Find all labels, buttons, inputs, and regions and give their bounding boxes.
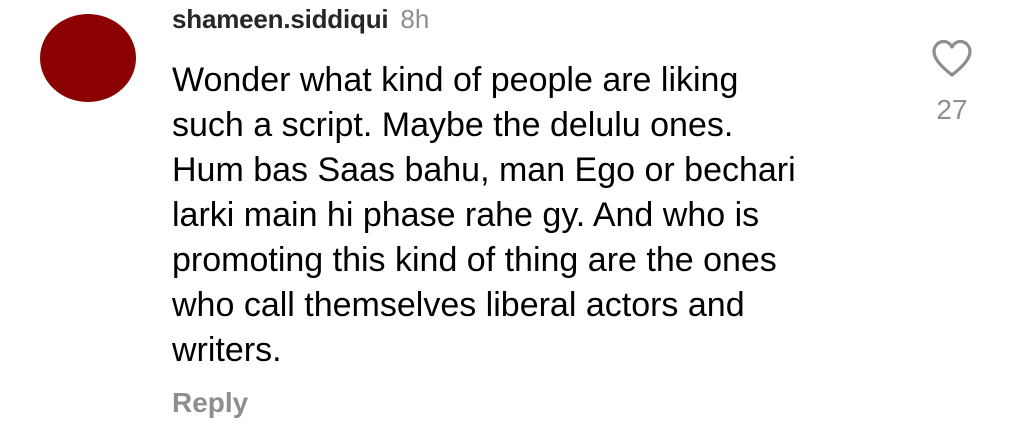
username[interactable]: shameen.siddiqui [172, 4, 389, 35]
heart-icon[interactable] [930, 38, 974, 78]
like-control: 27 [924, 38, 980, 126]
avatar[interactable] [40, 14, 136, 102]
comment-text: Wonder what kind of people are liking su… [172, 61, 796, 369]
like-count: 27 [936, 94, 968, 125]
timestamp: 8h [400, 4, 430, 34]
comment-header: shameen.siddiqui 8h [172, 4, 429, 40]
reply-button[interactable]: Reply [172, 387, 248, 419]
comment-item: shameen.siddiqui 8h Wonder what kind of … [0, 0, 1024, 430]
